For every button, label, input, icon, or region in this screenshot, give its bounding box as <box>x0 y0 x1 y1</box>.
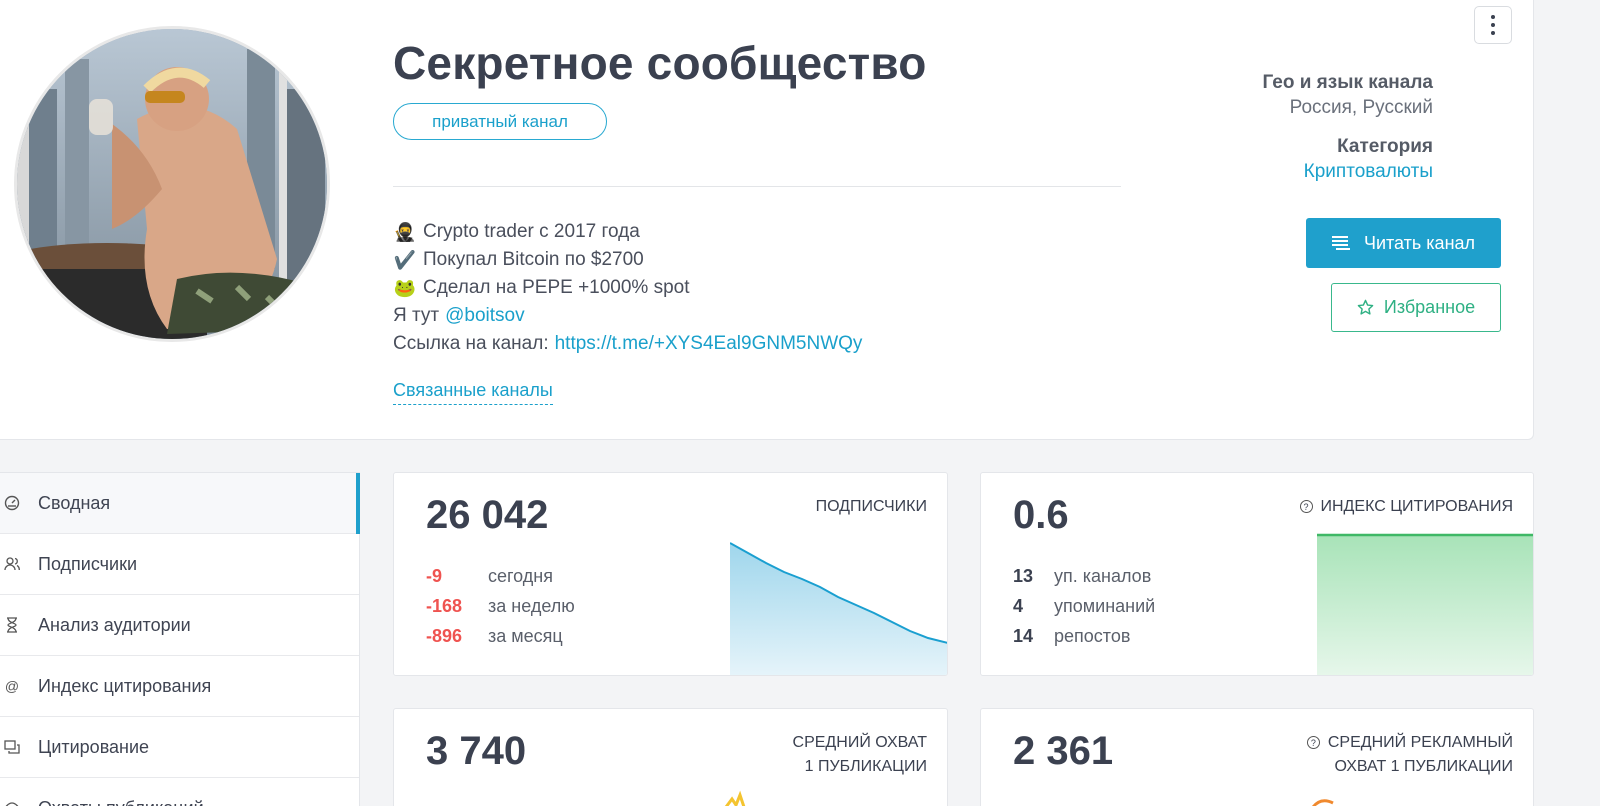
section-sidebar: Сводная Подписчики Анализ аудитории @ Ин… <box>0 472 360 806</box>
star-icon <box>1357 299 1374 315</box>
avatar-photo <box>17 29 327 339</box>
sidebar-item-label: Индекс цитирования <box>38 675 212 696</box>
author-handle-link[interactable]: @boitsov <box>445 302 525 330</box>
ad-reach-sparkline <box>1311 799 1334 806</box>
help-icon[interactable]: ? <box>1306 736 1320 749</box>
category-block: Категория Криптовалюты <box>1304 134 1433 184</box>
citation-row: 13 уп. каналов <box>1013 566 1152 586</box>
more-options-button[interactable] <box>1474 6 1512 44</box>
related-channels-link[interactable]: Связанные каналы <box>393 380 553 405</box>
sidebar-item-citations[interactable]: Цитирование <box>0 717 359 778</box>
citation-index-card[interactable]: 0.6 ? ИНДЕКС ЦИТИРОВАНИЯ 13 уп. каналов 4… <box>980 472 1534 676</box>
description-text: Crypto trader с 2017 года <box>423 221 640 242</box>
read-channel-button[interactable]: Читать канал <box>1306 218 1501 268</box>
avg-reach-sparkline <box>724 790 746 806</box>
ad-reach-card[interactable]: 2 361 ? СРЕДНИЙ РЕКЛАМНЫЙ ОХВАТ 1 ПУБЛИК… <box>980 708 1534 806</box>
description-text: Покупал Bitcoin по $2700 <box>423 249 644 270</box>
frog-icon: 🐸 <box>393 278 417 298</box>
sidebar-item-subscribers[interactable]: Подписчики <box>0 534 359 595</box>
private-badge: приватный канал <box>393 103 607 140</box>
citation-sparkline <box>1317 533 1533 675</box>
lines-icon <box>1331 236 1350 250</box>
description-text: Сделал на PEPE +1000% spot <box>423 277 690 298</box>
subscribers-sparkline <box>730 542 947 675</box>
dashboard-icon <box>4 495 20 511</box>
check-icon: ✔️ <box>393 250 417 270</box>
channel-invite-link[interactable]: https://t.me/+XYS4Eal9GNM5NWQy <box>555 330 863 358</box>
change-row: -168 за неделю <box>426 596 575 616</box>
sidebar-item-audience[interactable]: Анализ аудитории <box>0 595 359 656</box>
avg-reach-label: СРЕДНИЙ ОХВАТ 1 ПУБЛИКАЦИИ <box>792 734 927 775</box>
geo-block: Гео и язык канала Россия, Русский <box>1262 70 1433 120</box>
favorite-button[interactable]: Избранное <box>1331 283 1501 332</box>
sidebar-item-label: Цитирование <box>38 736 150 757</box>
description-line: 🐸 Сделал на PEPE +1000% spot <box>393 274 862 302</box>
description-line: ✔️ Покупал Bitcoin по $2700 <box>393 246 862 274</box>
sidebar-item-summary[interactable]: Сводная <box>0 473 360 534</box>
subscribers-label: ПОДПИСЧИКИ <box>815 498 927 515</box>
category-link[interactable]: Криптовалюты <box>1304 161 1433 182</box>
here-prefix: Я тут <box>393 305 440 326</box>
channel-title: Секретное сообщество <box>393 37 927 89</box>
description-line: Я тут @boitsov <box>393 302 862 330</box>
read-channel-label: Читать канал <box>1363 232 1476 253</box>
ninja-icon: 🥷 <box>393 222 417 242</box>
ad-reach-label: ? СРЕДНИЙ РЕКЛАМНЫЙ ОХВАТ 1 ПУБЛИКАЦИИ <box>1306 731 1513 779</box>
quote-icon <box>4 739 20 755</box>
category-label: Категория <box>1337 136 1433 157</box>
subscribers-card[interactable]: 26 042 ПОДПИСЧИКИ -9 сегодня -168 за недел… <box>393 472 948 676</box>
geo-value: Россия, Русский <box>1289 97 1433 118</box>
change-row: -9 сегодня <box>426 566 553 586</box>
subscribers-changes: -9 сегодня -168 за неделю -896 за месяц <box>426 561 575 651</box>
hourglass-icon <box>4 617 20 633</box>
sidebar-item-reach[interactable]: Охваты публикаций <box>0 778 359 806</box>
header-divider <box>393 186 1121 187</box>
kebab-menu-icon <box>1491 15 1495 19</box>
sidebar-item-label: Подписчики <box>38 553 138 574</box>
citation-index-label: ? ИНДЕКС ЦИТИРОВАНИЯ <box>1299 495 1513 519</box>
favorite-label: Избранное <box>1383 297 1476 317</box>
description-line: Ссылка на канал: https://t.me/+XYS4Eal9G… <box>393 330 862 358</box>
users-icon <box>4 556 20 572</box>
sidebar-item-label: Охваты публикаций <box>38 798 204 806</box>
reach-icon <box>4 800 20 806</box>
channel-avatar <box>14 26 330 342</box>
citation-index-value: 0.6 <box>1013 493 1069 537</box>
ad-reach-value: 2 361 <box>1013 729 1114 773</box>
change-row: -896 за месяц <box>426 626 563 646</box>
sidebar-item-citation-index[interactable]: @ Индекс цитирования <box>0 656 359 717</box>
link-prefix: Ссылка на канал: <box>393 333 549 354</box>
help-icon[interactable]: ? <box>1299 500 1313 513</box>
avg-reach-value: 3 740 <box>426 729 527 773</box>
citation-details: 13 уп. каналов 4 упоминаний 14 репостов <box>1013 561 1155 651</box>
at-icon: @ <box>4 678 20 694</box>
geo-label: Гео и язык канала <box>1262 72 1433 93</box>
citation-row: 14 репостов <box>1013 626 1131 646</box>
channel-header: Секретное сообщество приватный канал 🥷 C… <box>0 0 1534 440</box>
avg-reach-card[interactable]: 3 740 СРЕДНИЙ ОХВАТ 1 ПУБЛИКАЦИИ <box>393 708 948 806</box>
subscribers-count: 26 042 <box>426 493 549 537</box>
description-line: 🥷 Crypto trader с 2017 года <box>393 218 862 246</box>
citation-row: 4 упоминаний <box>1013 596 1156 616</box>
sidebar-item-label: Сводная <box>38 492 111 513</box>
channel-description: 🥷 Crypto trader с 2017 года ✔️ Покупал B… <box>393 218 862 358</box>
sidebar-item-label: Анализ аудитории <box>38 614 191 635</box>
